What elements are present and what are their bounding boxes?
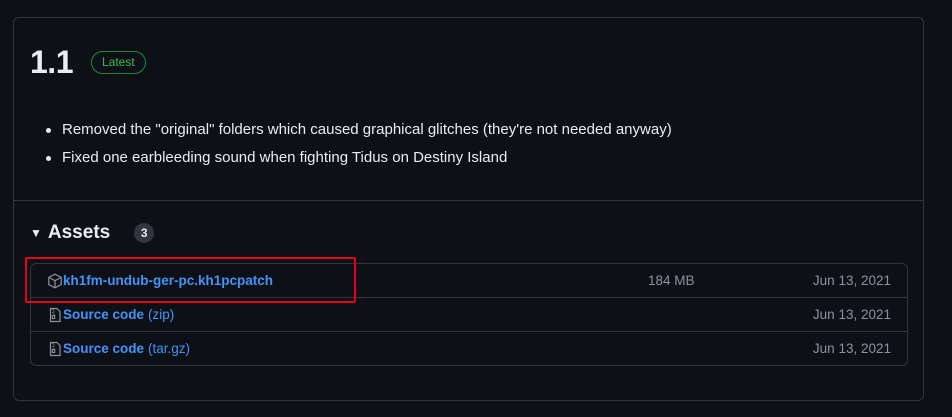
- asset-row: kh1fm-undub-ger-pc.kh1pcpatch 184 MB Jun…: [31, 264, 907, 298]
- asset-link-suffix: (zip): [148, 307, 175, 322]
- asset-link-label: Source code: [63, 341, 145, 356]
- release-card: 1.1 Latest Removed the "original" folder…: [13, 17, 924, 401]
- source-code-targz-link[interactable]: Source code (tar.gz): [63, 341, 190, 356]
- source-code-zip-link[interactable]: Source code (zip): [63, 307, 174, 322]
- asset-row: Source code (zip) Jun 13, 2021: [31, 298, 907, 332]
- assets-title: Assets: [47, 222, 111, 243]
- package-icon: [48, 273, 62, 289]
- asset-link-suffix: (tar.gz): [148, 341, 191, 356]
- asset-row: Source code (tar.gz) Jun 13, 2021: [31, 332, 907, 365]
- file-zip-icon: [49, 341, 61, 357]
- release-header: 1.1 Latest: [30, 44, 146, 80]
- caret-down-icon: ▼: [30, 226, 42, 240]
- latest-badge: Latest: [90, 50, 146, 74]
- release-notes: Removed the "original" folders which cau…: [42, 116, 672, 172]
- assets-toggle[interactable]: ▼ Assets 3: [30, 222, 155, 244]
- divider: [14, 200, 923, 201]
- file-zip-icon: [49, 307, 61, 323]
- asset-date: Jun 13, 2021: [812, 273, 891, 288]
- release-note: Removed the "original" folders which cau…: [42, 116, 672, 144]
- release-note: Fixed one earbleeding sound when fightin…: [42, 144, 672, 172]
- asset-size: 184 MB: [648, 273, 695, 288]
- release-version[interactable]: 1.1: [30, 44, 73, 80]
- asset-download-link[interactable]: kh1fm-undub-ger-pc.kh1pcpatch: [63, 273, 273, 288]
- asset-date: Jun 13, 2021: [812, 307, 891, 322]
- asset-date: Jun 13, 2021: [812, 341, 891, 356]
- assets-count-badge: 3: [134, 223, 155, 243]
- asset-link-label: Source code: [63, 307, 145, 322]
- assets-list: kh1fm-undub-ger-pc.kh1pcpatch 184 MB Jun…: [30, 263, 908, 366]
